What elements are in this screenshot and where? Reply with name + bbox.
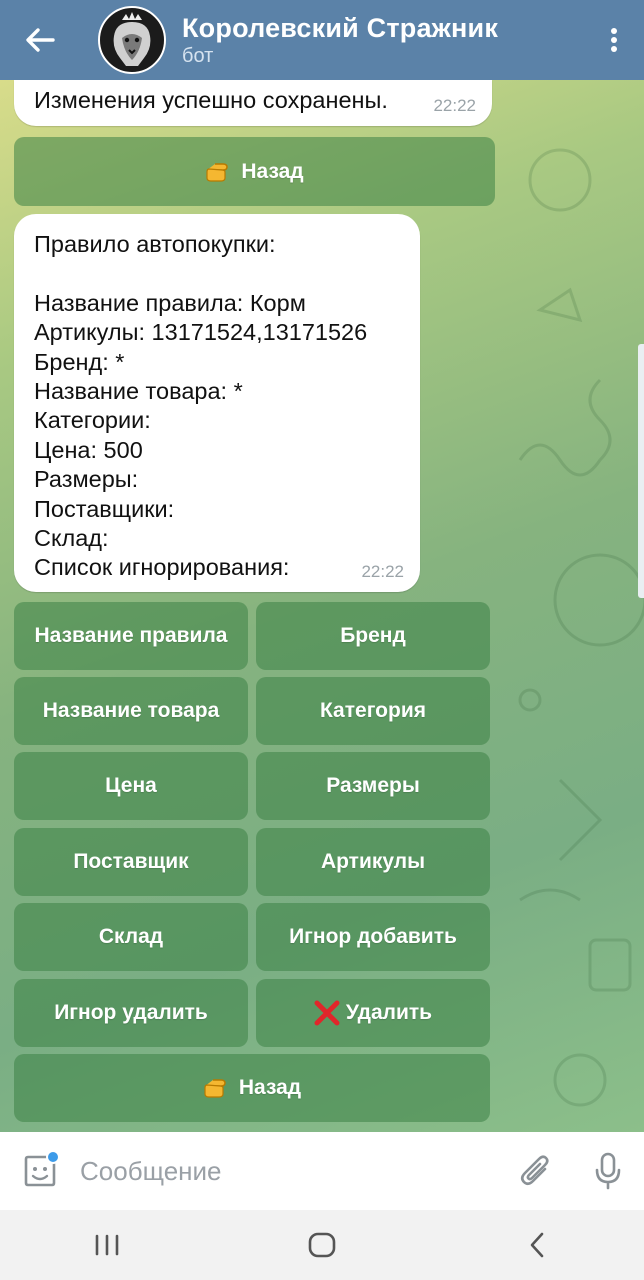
rule-line: Цена: 500 <box>34 436 143 463</box>
rule-line: Правило автопокупки: <box>34 231 276 257</box>
rule-line: Размеры: <box>34 466 139 493</box>
message-input[interactable] <box>80 1155 500 1187</box>
recent-apps-button[interactable] <box>47 1210 167 1280</box>
recent-apps-icon <box>96 1234 119 1256</box>
button-label: Игнор удалить <box>54 1001 208 1024</box>
button-label: Артикулы <box>320 850 426 873</box>
message-text: Изменения успешно сохранены. <box>34 87 388 113</box>
message-time: 22:22 <box>361 561 404 581</box>
rule-line: Название правила: Корм <box>34 289 306 316</box>
rule-line: Категории: <box>34 407 151 434</box>
button-label: Удалить <box>345 1001 433 1024</box>
button-label: Склад <box>98 925 164 948</box>
chat-subtitle: бот <box>182 45 214 67</box>
rule-name-button[interactable]: Название правила <box>14 602 248 670</box>
button-label: Назад <box>238 1076 302 1099</box>
button-label: Категория <box>319 699 426 722</box>
button-label: Поставщик <box>73 850 189 873</box>
articles-button[interactable]: Артикулы <box>256 828 490 896</box>
ignore-add-button[interactable]: Игнор добавить <box>256 903 490 971</box>
pointing-hand-icon <box>203 1077 233 1099</box>
red-cross-icon <box>314 1000 340 1026</box>
rule-line: Список игнорирования: <box>34 554 290 581</box>
message-time: 22:22 <box>433 95 476 115</box>
message-bubble-rule[interactable]: Правило автопокупки: Название правила: К… <box>14 214 420 592</box>
button-label: Бренд <box>340 624 406 647</box>
back-button[interactable] <box>0 0 80 80</box>
microphone-button[interactable] <box>572 1132 644 1210</box>
delete-button[interactable]: Удалить <box>256 979 490 1047</box>
brand-button[interactable]: Бренд <box>256 602 490 670</box>
sizes-button[interactable]: Размеры <box>256 752 490 820</box>
emoji-button[interactable] <box>0 1132 80 1210</box>
rule-line <box>34 259 400 288</box>
arrow-left-icon <box>26 28 55 52</box>
lion-crown-icon <box>113 12 151 66</box>
pointing-hand-icon <box>205 161 235 183</box>
scroll-edge <box>638 344 644 598</box>
microphone-icon <box>595 1152 621 1190</box>
message-input-bar <box>0 1132 644 1210</box>
nav-back-button[interactable] <box>477 1210 597 1280</box>
warehouse-button[interactable]: Склад <box>14 903 248 971</box>
home-button[interactable] <box>262 1210 382 1280</box>
more-vertical-icon <box>611 28 617 52</box>
ignore-remove-button[interactable]: Игнор удалить <box>14 979 248 1047</box>
rule-line: Бренд: * <box>34 348 125 375</box>
back-inline-button-top[interactable]: Назад <box>14 137 495 206</box>
chat-title[interactable]: Королевский Стражник <box>182 12 584 44</box>
more-menu-button[interactable] <box>584 0 644 80</box>
system-navigation-bar <box>0 1210 644 1280</box>
nav-back-icon <box>530 1232 543 1258</box>
rule-line: Поставщики: <box>34 495 175 522</box>
button-label: Цена <box>105 774 157 797</box>
button-label: Игнор добавить <box>289 925 457 948</box>
chat-header: Королевский Стражник бот <box>0 0 644 80</box>
button-label: Название правила <box>34 624 228 647</box>
paperclip-icon <box>520 1155 549 1186</box>
product-name-button[interactable]: Название товара <box>14 677 248 745</box>
back-inline-button[interactable]: Назад <box>14 1054 490 1122</box>
home-icon <box>308 1232 336 1258</box>
button-label: Название товара <box>42 699 220 722</box>
back-label: Назад <box>241 159 304 183</box>
supplier-button[interactable]: Поставщик <box>14 828 248 896</box>
price-button[interactable]: Цена <box>14 752 248 820</box>
avatar[interactable] <box>98 6 166 74</box>
category-button[interactable]: Категория <box>256 677 490 745</box>
rule-line: Артикулы: 13171524,13171526 <box>34 319 368 346</box>
rule-line: Склад: <box>34 524 109 551</box>
button-label: Размеры <box>326 774 420 797</box>
notification-dot <box>46 1150 60 1164</box>
rule-line: Название товара: * <box>34 377 243 404</box>
attach-button[interactable] <box>500 1132 572 1210</box>
message-bubble[interactable]: Изменения успешно сохранены. 22:22 <box>14 80 492 126</box>
